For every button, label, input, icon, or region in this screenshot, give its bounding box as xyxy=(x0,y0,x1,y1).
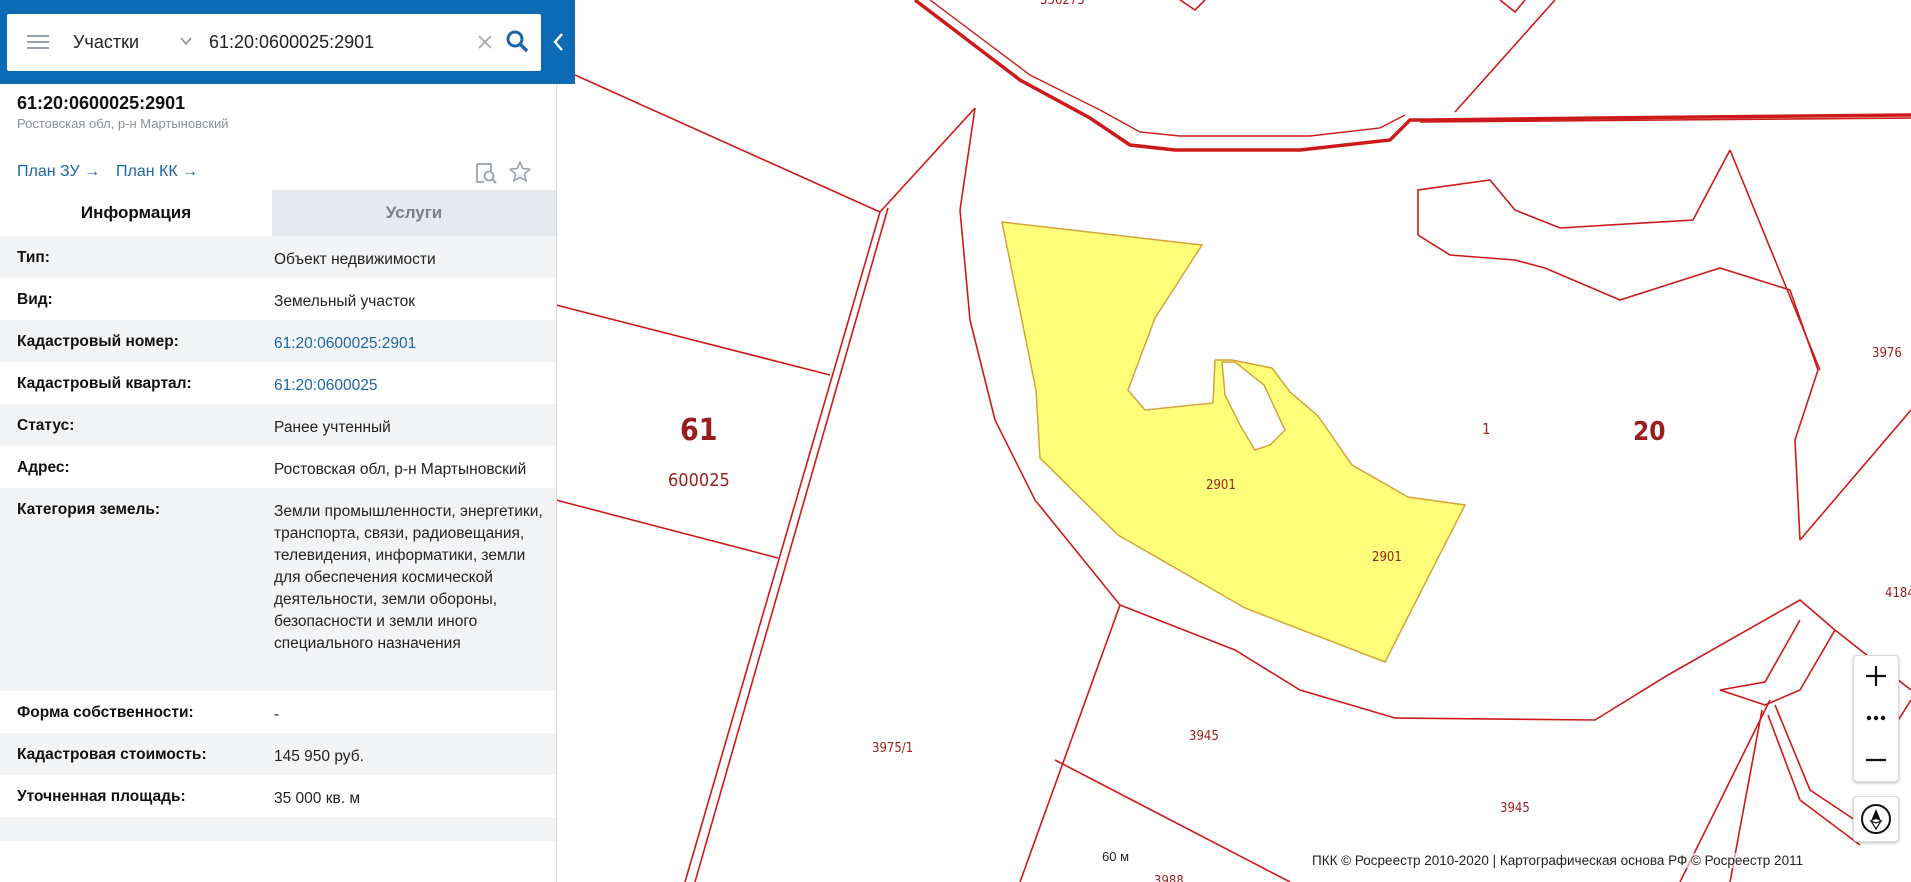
info-key: Категория земель: xyxy=(17,501,161,518)
plan-zu-label: План ЗУ xyxy=(17,163,80,180)
info-table: Тип: Объект недвижимости Вид: Земельный … xyxy=(0,236,556,841)
info-value: 35 000 кв. м xyxy=(274,790,360,807)
search-box: Участки xyxy=(7,14,541,71)
compass-button[interactable] xyxy=(1853,796,1899,842)
info-row-status: Статус: Ранее учтенный xyxy=(0,404,556,446)
info-key: Адрес: xyxy=(17,459,70,476)
plan-zu-link[interactable]: План ЗУ → xyxy=(17,163,100,181)
info-panel: Участки 61:20:0600025:2901 Ростовская об… xyxy=(0,0,575,882)
parcel-label-4184: 4184 xyxy=(1885,586,1911,601)
info-value: 145 950 руб. xyxy=(274,748,364,765)
close-icon[interactable] xyxy=(477,34,493,50)
info-key: Форма собственности: xyxy=(17,704,194,721)
district-label: 20 xyxy=(1633,417,1666,447)
info-row-land-category: Категория земель: Земли промышленности, … xyxy=(0,488,556,691)
info-row-address: Адрес: Ростовская обл, р-н Мартыновский xyxy=(0,446,556,488)
zoom-controls xyxy=(1853,655,1899,782)
info-value: Земельный участок xyxy=(274,293,416,310)
object-title: 61:20:0600025:2901 xyxy=(17,93,186,113)
tab-services[interactable]: Услуги xyxy=(272,190,556,236)
object-address: Ростовская обл, р-н Мартыновский xyxy=(17,116,229,131)
info-row-ownership: Форма собственности: - xyxy=(0,691,556,733)
info-row-type: Тип: Объект недвижимости xyxy=(0,236,556,278)
search-icon[interactable] xyxy=(505,29,529,53)
parcel-label-3945a: 3945 xyxy=(1189,729,1219,744)
info-value: Объект недвижимости xyxy=(274,251,436,268)
search-bar: Участки xyxy=(0,0,575,84)
arrow-right-icon: → xyxy=(182,163,199,180)
cadastral-quarter-link[interactable]: 61:20:0600025 xyxy=(274,375,544,397)
parcel-label-b: 2901 xyxy=(1372,550,1402,565)
parcel-label-top: 356273 xyxy=(1040,0,1085,8)
chevron-down-icon[interactable] xyxy=(179,34,193,48)
info-table-end xyxy=(0,817,556,841)
zoom-out-icon[interactable] xyxy=(1854,740,1898,780)
info-key: Кадастровая стоимость: xyxy=(17,746,207,763)
info-row-cadastral-number: Кадастровый номер: 61:20:0600025:2901 xyxy=(0,320,556,362)
parcel-label-a: 2901 xyxy=(1206,478,1236,493)
info-key: Кадастровый квартал: xyxy=(17,375,192,392)
map-attribution: ПКК © Росреестр 2010-2020 | Картографиче… xyxy=(1312,853,1804,868)
info-key: Вид: xyxy=(17,291,53,308)
parcel-label-3945b: 3945 xyxy=(1500,801,1530,816)
arrow-right-icon: → xyxy=(84,163,101,180)
compass-icon xyxy=(1861,804,1891,834)
scale-label: 60 м xyxy=(1102,849,1130,864)
selected-parcel[interactable] xyxy=(1001,221,1467,663)
parcel-label-1: 1 xyxy=(1482,420,1491,438)
more-icon[interactable] xyxy=(1854,698,1898,738)
parcel-label-3988: 3988 xyxy=(1154,874,1184,882)
info-value: Ранее учтенный xyxy=(274,419,391,436)
info-row-cadastral-value: Кадастровая стоимость: 145 950 руб. xyxy=(0,733,556,775)
info-key: Статус: xyxy=(17,417,75,434)
info-value: Земли промышленности, энергетики, трансп… xyxy=(274,503,543,652)
info-value: Ростовская обл, р-н Мартыновский xyxy=(274,461,527,478)
preview-icon[interactable] xyxy=(474,161,498,185)
parcel-label-3976: 3976 xyxy=(1872,346,1902,361)
info-key: Уточненная площадь: xyxy=(17,788,186,805)
plan-kk-link[interactable]: План КК → xyxy=(116,163,198,181)
info-row-kind: Вид: Земельный участок xyxy=(0,278,556,320)
menu-icon[interactable] xyxy=(27,32,51,52)
search-input[interactable] xyxy=(209,26,469,58)
region-label: 61 xyxy=(680,413,718,448)
info-row-cadastral-quarter: Кадастровый квартал: 61:20:0600025 xyxy=(0,362,556,404)
cadastral-number-link[interactable]: 61:20:0600025:2901 xyxy=(274,333,544,355)
info-key: Тип: xyxy=(17,249,50,266)
quarter-label: 600025 xyxy=(668,470,730,491)
info-value: - xyxy=(274,706,280,723)
panel-tabs: Информация Услуги xyxy=(0,190,556,236)
info-key: Кадастровый номер: xyxy=(17,333,179,350)
chevron-left-icon[interactable] xyxy=(548,24,570,60)
info-row-area: Уточненная площадь: 35 000 кв. м xyxy=(0,775,556,817)
tab-information[interactable]: Информация xyxy=(0,190,272,236)
star-icon[interactable] xyxy=(508,160,532,184)
zoom-in-icon[interactable] xyxy=(1854,656,1898,696)
parcel-label-3975: 3975/1 xyxy=(872,741,913,756)
plan-kk-label: План КК xyxy=(116,163,178,180)
